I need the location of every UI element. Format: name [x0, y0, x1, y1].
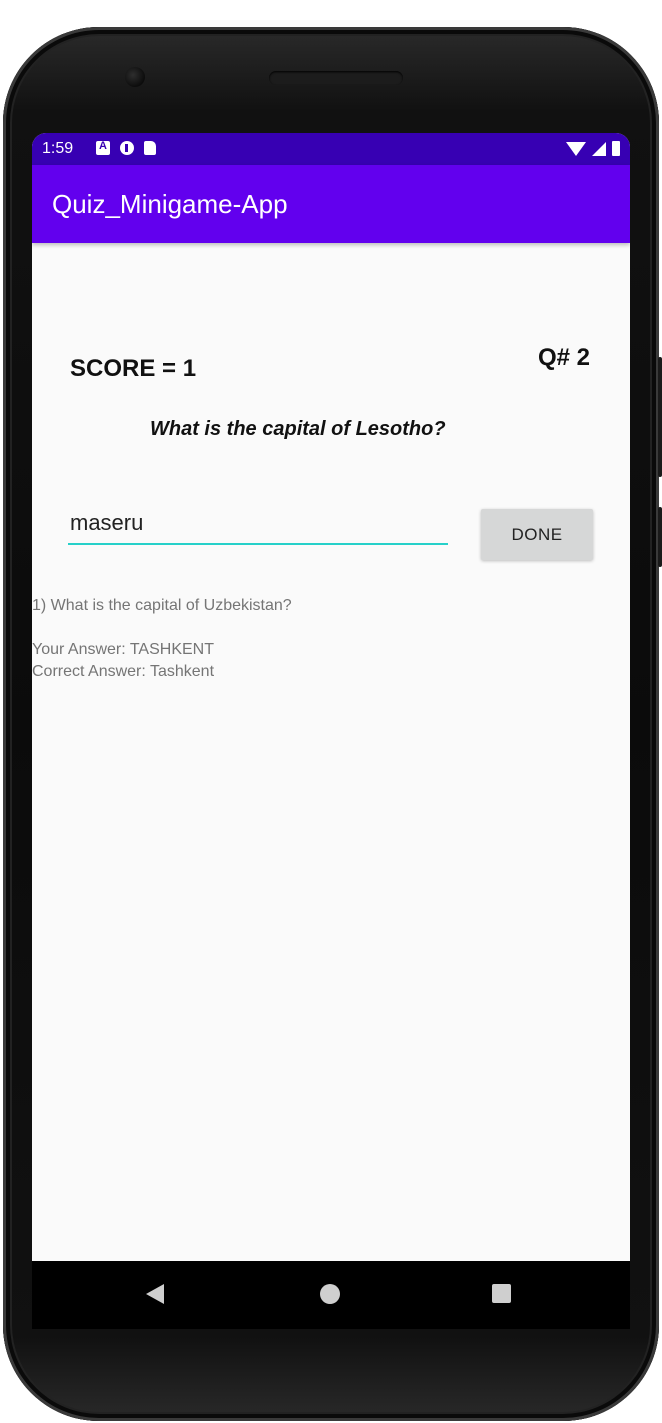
- home-icon[interactable]: [320, 1284, 340, 1304]
- status-notification-icons: [96, 140, 156, 155]
- earpiece-speaker: [269, 71, 403, 85]
- status-time: 1:59: [42, 140, 74, 157]
- device-screen: 1:59 Quiz_Minigame-App SCORE = 1 Q# 2 Wh…: [32, 133, 630, 1329]
- history-question: 1) What is the capital of Uzbekistan?: [32, 597, 292, 614]
- status-bar: 1:59: [32, 133, 630, 165]
- back-icon[interactable]: [146, 1284, 164, 1304]
- battery-icon: [612, 141, 620, 156]
- sd-card-icon: [144, 141, 156, 155]
- power-button: [658, 507, 662, 567]
- navigation-bar: [32, 1261, 630, 1329]
- volume-button: [658, 357, 662, 477]
- app-title: Quiz_Minigame-App: [52, 189, 288, 219]
- question-text: What is the capital of Lesotho?: [150, 418, 446, 440]
- wifi-icon: [566, 141, 586, 156]
- history-correct-answer: Correct Answer: Tashkent: [32, 663, 215, 680]
- front-camera: [125, 67, 145, 87]
- a-notification-icon: [96, 140, 110, 155]
- signal-icon: [592, 141, 606, 156]
- question-number: Q# 2: [537, 344, 590, 371]
- status-system-icons: [566, 141, 620, 156]
- answer-input[interactable]: [68, 503, 448, 545]
- recents-icon[interactable]: [492, 1284, 511, 1303]
- data-saver-icon: [120, 141, 134, 155]
- answer-history: 1) What is the capital of Uzbekistan? Yo…: [32, 595, 292, 683]
- history-your-answer: Your Answer: TASHKENT: [32, 641, 214, 658]
- done-button[interactable]: DONE: [481, 509, 593, 560]
- score-label: SCORE = 1: [70, 355, 197, 382]
- app-bar: Quiz_Minigame-App: [32, 165, 630, 243]
